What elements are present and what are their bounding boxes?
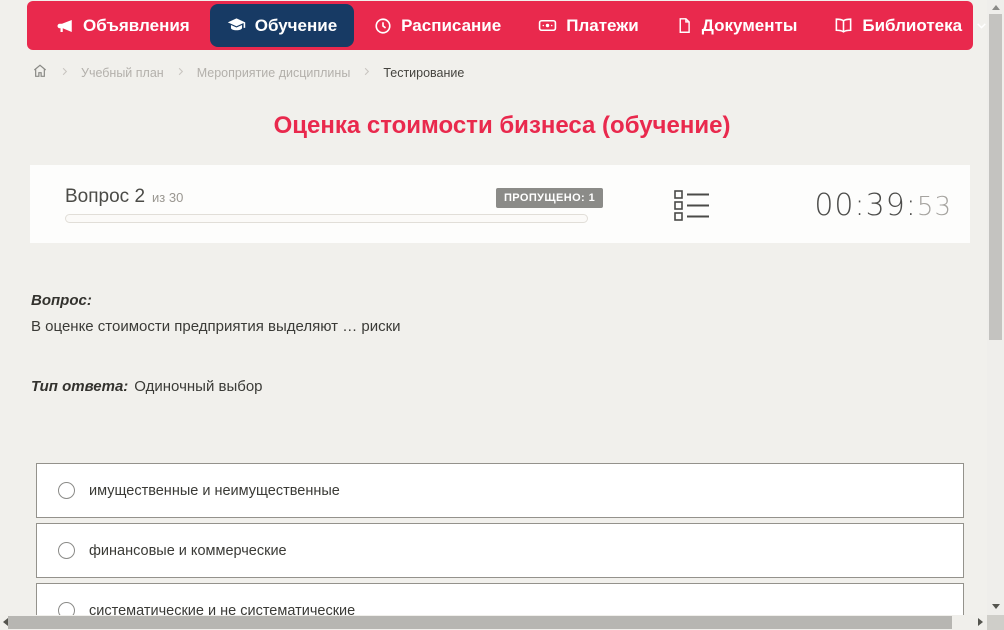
scroll-up-arrow[interactable] xyxy=(992,5,1000,10)
chevron-right-icon xyxy=(175,66,186,80)
question-list-icon[interactable] xyxy=(674,190,710,226)
nav-item-schedule[interactable]: Расписание xyxy=(357,1,518,50)
chevron-right-icon xyxy=(361,66,372,80)
progress-bar xyxy=(65,214,588,223)
nav-item-label: Обучение xyxy=(255,16,337,36)
graduation-cap-icon xyxy=(227,16,246,35)
clock-icon xyxy=(374,17,392,35)
nav-item-payments[interactable]: Платежи xyxy=(521,1,656,50)
chevron-right-icon xyxy=(59,66,70,80)
breadcrumb-item-study-plan[interactable]: Учебный план xyxy=(81,66,164,80)
nav-item-library[interactable]: Библиотека xyxy=(817,1,1004,50)
nav-item-label: Объявления xyxy=(83,16,190,36)
answer-option[interactable]: имущественные и неимущественные xyxy=(36,463,964,518)
nav-item-label: Платежи xyxy=(566,16,639,36)
question-of-total: из 30 xyxy=(152,190,183,205)
question-number: Вопрос 2 из 30 xyxy=(65,186,183,208)
countdown-timer: 00:39:53 xyxy=(814,188,952,223)
nav-item-documents[interactable]: Документы xyxy=(659,1,815,50)
breadcrumb: Учебный план Мероприятие дисциплины Тест… xyxy=(32,63,464,82)
breadcrumb-item-discipline-event[interactable]: Мероприятие дисциплины xyxy=(197,66,351,80)
radio-button[interactable] xyxy=(58,482,75,499)
timer-minutes: 00:39: xyxy=(814,188,917,223)
banknote-icon xyxy=(538,16,557,35)
answer-option[interactable]: финансовые и коммерческие xyxy=(36,523,964,578)
breadcrumb-item-testing: Тестирование xyxy=(383,66,464,80)
document-icon xyxy=(676,17,693,34)
megaphone-icon xyxy=(56,17,74,35)
answer-type-value: Одиночный выбор xyxy=(134,378,262,395)
answer-option-label: финансовые и коммерческие xyxy=(89,543,287,559)
question-label: Вопрос: xyxy=(31,292,92,309)
nav-item-label: Расписание xyxy=(401,16,501,36)
nav-item-label: Библиотека xyxy=(862,16,962,36)
answer-type-label: Тип ответа: xyxy=(31,378,128,395)
answer-option-label: имущественные и неимущественные xyxy=(89,483,340,499)
open-book-icon xyxy=(834,16,853,35)
scroll-right-arrow[interactable] xyxy=(978,618,983,626)
question-text: В оценке стоимости предприятия выделяют … xyxy=(31,318,401,335)
skipped-badge: ПРОПУЩЕНО: 1 xyxy=(496,188,603,208)
top-nav: Объявления Обучение Расписание Платежи Д… xyxy=(27,1,973,50)
answer-type-row: Тип ответа: Одиночный выбор xyxy=(31,378,263,395)
nav-item-label: Документы xyxy=(702,16,798,36)
scrollbar-corner xyxy=(987,615,1004,630)
radio-button[interactable] xyxy=(58,542,75,559)
page: Объявления Обучение Расписание Платежи Д… xyxy=(0,0,1004,630)
vertical-scrollbar-thumb[interactable] xyxy=(989,14,1002,340)
page-title: Оценка стоимости бизнеса (обучение) xyxy=(0,112,1004,140)
question-number-label: Вопрос 2 xyxy=(65,186,145,207)
horizontal-scrollbar-thumb[interactable] xyxy=(8,616,952,629)
nav-item-announcements[interactable]: Объявления xyxy=(39,1,207,50)
home-icon[interactable] xyxy=(32,63,48,82)
question-header-card: Вопрос 2 из 30 ПРОПУЩЕНО: 1 00:39:53 xyxy=(30,165,970,243)
timer-seconds: 53 xyxy=(917,192,952,222)
nav-item-learning[interactable]: Обучение xyxy=(210,4,354,47)
scroll-left-arrow[interactable] xyxy=(3,618,8,626)
scroll-down-arrow[interactable] xyxy=(992,604,1000,609)
